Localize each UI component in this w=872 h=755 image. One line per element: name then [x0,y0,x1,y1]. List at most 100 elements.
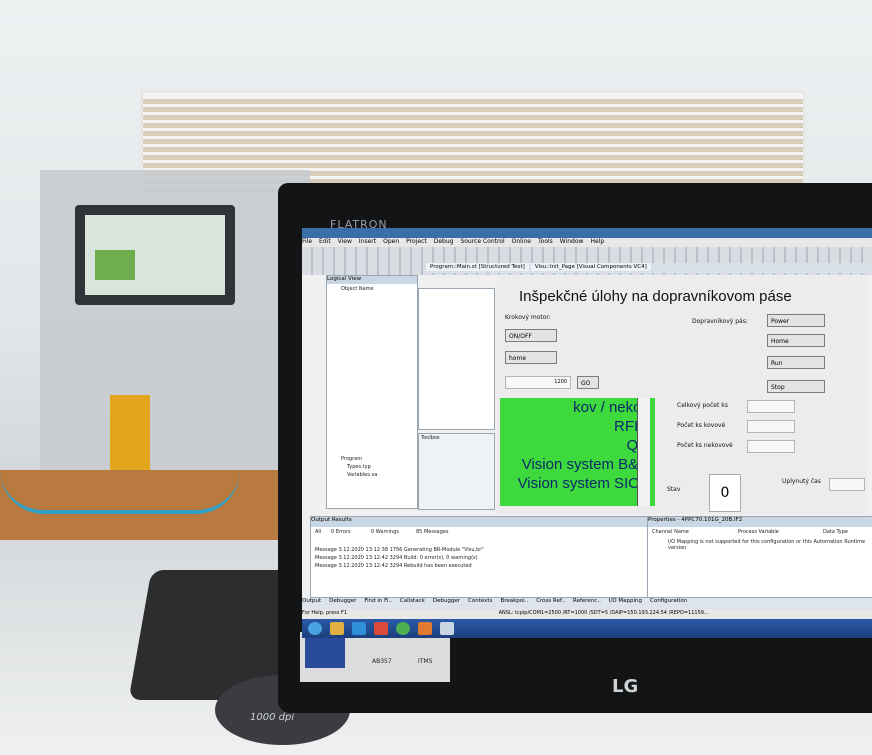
properties-panel: Properties - 4PPC70.101G_20B.IF2 Channel… [647,516,872,598]
menu-view[interactable]: View [338,238,352,245]
conveyor-label: Dopravníkový pás: [692,318,748,325]
menu-bar: File Edit View Insert Open Project Debug Source… [302,238,872,247]
blind-slat [143,99,803,104]
start-icon[interactable] [308,622,322,635]
properties-title: Properties - 4PPC70.101G_20B.IF2 [648,517,872,527]
editor-tabs: Program::Main.st [Structured Text] Visu::… [426,263,872,273]
column-channel: Channel Name [652,529,689,535]
lg-logo: LG [612,676,639,697]
list-item[interactable]: QR [500,436,655,455]
tree-item-types[interactable]: Types.typ [347,464,371,470]
automation-studio-icon[interactable] [440,622,454,635]
metal-count-field [747,420,795,433]
filter-warnings[interactable]: 0 Warnings [371,529,399,535]
visualization-panel [418,288,495,430]
metal-count-label: Počet ks kovové [677,422,726,429]
menu-edit[interactable]: Edit [319,238,331,245]
menu-window[interactable]: Window [560,238,584,245]
menu-debug[interactable]: Debug [434,238,454,245]
steps-input[interactable]: 1200 [505,376,571,389]
tab-main-st[interactable]: Program::Main.st [Structured Text] [426,263,529,271]
blind-slat [143,123,803,128]
connection-string: ANSL: tcpip/COM1=2500 /RT=1000 /SDT=5 /D… [498,610,709,616]
io-mapping-message: I/O Mapping is not supported for this co… [668,539,866,551]
tab-contexts[interactable]: Contexts [468,598,492,604]
list-item[interactable]: kov / nekov [500,398,655,417]
object-name-header: Object Name [341,286,374,292]
go-button[interactable]: GO [577,376,599,389]
motor-home-button[interactable]: home [505,351,557,364]
power-button[interactable]: Power [767,314,825,327]
menu-project[interactable]: Project [406,238,427,245]
menu-open[interactable]: Open [383,238,399,245]
app-title-bar [302,228,872,238]
menu-file[interactable]: File [302,238,312,245]
home-button[interactable]: Home [767,334,825,347]
elapsed-time-field [829,478,865,491]
blue-cable [0,470,240,514]
output-title: Output Results [311,517,647,527]
column-data-type: Data Type [823,529,849,535]
pdf-icon[interactable] [374,622,388,635]
menu-tools[interactable]: Tools [538,238,553,245]
table-row[interactable]: Message 3.12.2020 13:12:42 3294 Build: 0… [315,555,478,561]
inspection-list[interactable]: kov / nekov RFID QR Vision system B&R Vi… [500,398,655,506]
column-process-variable: Process Variable [738,529,779,535]
filter-all[interactable]: All [315,529,321,535]
tab-configuration[interactable]: Configuration [650,598,687,604]
tab-references[interactable]: Referenc.. [573,598,601,604]
tab-callstack[interactable]: Callstack [400,598,425,604]
nonmetal-count-field [747,440,795,453]
tree-item-variables[interactable]: Variables.va [347,472,377,478]
blind-slat [143,147,803,152]
list-scrollbar[interactable] [637,398,650,506]
toolbox-title: Toolbox [421,435,440,441]
list-item[interactable]: RFID [500,417,655,436]
list-item[interactable]: Vision system SICK [500,474,655,493]
blind-slat [143,139,803,144]
rig-screen-tile [95,250,135,280]
elapsed-time-label: Uplynutý čas [782,478,821,485]
table-row[interactable]: Message 3.12.2020 13:12:42 3294 Rebuild … [315,563,472,569]
page-title: Inšpekčné úlohy na dopravníkovom páse [519,288,792,305]
list-item[interactable]: Vision system B&R [500,455,655,474]
run-button[interactable]: Run [767,356,825,369]
blind-slat [143,115,803,120]
visu-init-page: Inšpekčné úlohy na dopravníkovom páse Kr… [497,276,867,514]
app-icon[interactable] [418,622,432,635]
filter-errors[interactable]: 0 Errors [331,529,351,535]
status-bar: For Help, press F1 ANSL: tcpip/COM1=2500… [302,610,872,619]
monitor-screen: File Edit View Insert Open Project Debug Source… [302,228,872,638]
total-count-field [747,400,795,413]
output-results-panel: Output Results All 0 Errors 0 Warnings 8… [310,516,648,598]
logical-view-panel: Logical View Object Name Program Types.t… [326,275,418,509]
state-label: Stav [667,486,681,493]
onoff-button[interactable]: ON/OFF [505,329,557,342]
tab-init-page[interactable]: Visu::Init_Page [Visual Components VC4] [530,263,651,271]
tab-find[interactable]: Find in Fi.. [364,598,392,604]
total-count-label: Celkový počet ks [677,402,728,409]
stop-button[interactable]: Stop [767,380,825,393]
chrome-icon[interactable] [396,622,410,635]
tab-output[interactable]: Output [302,598,321,604]
state-value: 0 [709,474,741,512]
table-row[interactable]: Message 3.12.2020 13:12:38 1756 Generati… [315,547,484,553]
tab-debugger[interactable]: Debugger [329,598,356,604]
media-icon[interactable] [352,622,366,635]
menu-source-control[interactable]: Source Control [460,238,504,245]
explorer-icon[interactable] [330,622,344,635]
tab-io-mapping[interactable]: I/O Mapping [609,598,642,604]
menu-insert[interactable]: Insert [359,238,376,245]
menu-help[interactable]: Help [590,238,604,245]
tab-breakpoints[interactable]: Breakpoi.. [500,598,528,604]
logical-view-title: Logical View [327,276,417,284]
tab-debugger-2[interactable]: Debugger [433,598,460,604]
tab-cross-ref[interactable]: Cross Ref.. [536,598,565,604]
menu-online[interactable]: Online [512,238,531,245]
eu-flag-sticker [305,638,345,668]
blind-slat [143,131,803,136]
tree-item-program[interactable]: Program [341,456,362,462]
toolbox-panel: Toolbox [418,433,495,510]
filter-messages[interactable]: 85 Messages [416,529,448,535]
sticker-label-1: AB357 [372,658,392,665]
